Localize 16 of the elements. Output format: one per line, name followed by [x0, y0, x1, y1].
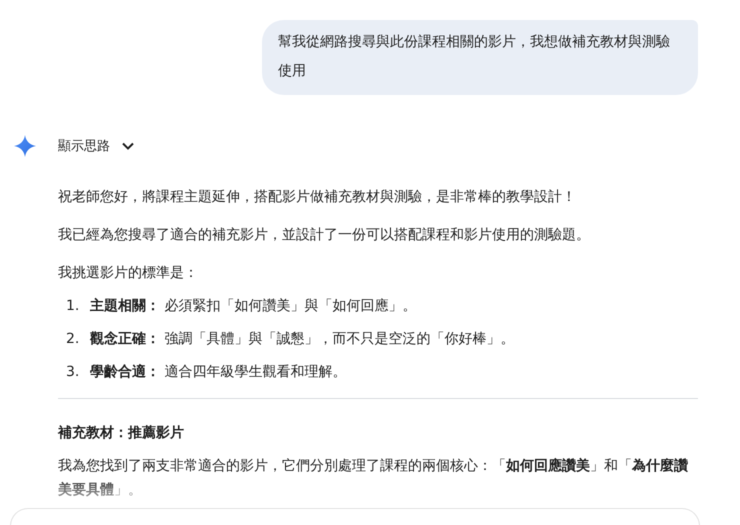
response-paragraph: 祝老師您好，將課程主題延伸，搭配影片做補充教材與測驗，是非常棒的教學設計！ [58, 188, 577, 207]
list-number: 1. [66, 297, 80, 316]
response-paragraph: 我挑選影片的標準是： [58, 264, 199, 283]
list-item-text: 學齡合適： 適合四年級學生觀看和理解。 [90, 362, 348, 382]
sparkle-icon [14, 135, 36, 157]
list-number: 3. [66, 363, 80, 382]
chevron-down-icon [122, 142, 134, 150]
user-message: 幫我從網路搜尋與此份課程相關的影片，我想做補充教材與測驗使用 [262, 20, 698, 95]
input-field[interactable] [10, 508, 700, 525]
show-thinking-toggle[interactable]: 顯示思路 [58, 137, 134, 155]
list-item-text: 觀念正確： 強調「具體」與「誠懇」，而不只是空泛的「你好棒」。 [90, 330, 516, 349]
list-number: 2. [66, 330, 80, 349]
response-paragraph: 我為您找到了兩支非常適合的影片，它們分別處理了課程的兩個核心：「如何回應讚美」和「為什麼讚美要具體」。 [58, 456, 689, 500]
list-item-text: 主題相關： 必須緊扣「如何讚美」與「如何回應」。 [90, 296, 418, 316]
section-heading: 補充教材：推薦影片 [58, 424, 185, 443]
response-paragraph: 我已經為您搜尋了適合的補充影片，並設計了一份可以搭配課程和影片使用的測驗題。 [58, 226, 591, 245]
